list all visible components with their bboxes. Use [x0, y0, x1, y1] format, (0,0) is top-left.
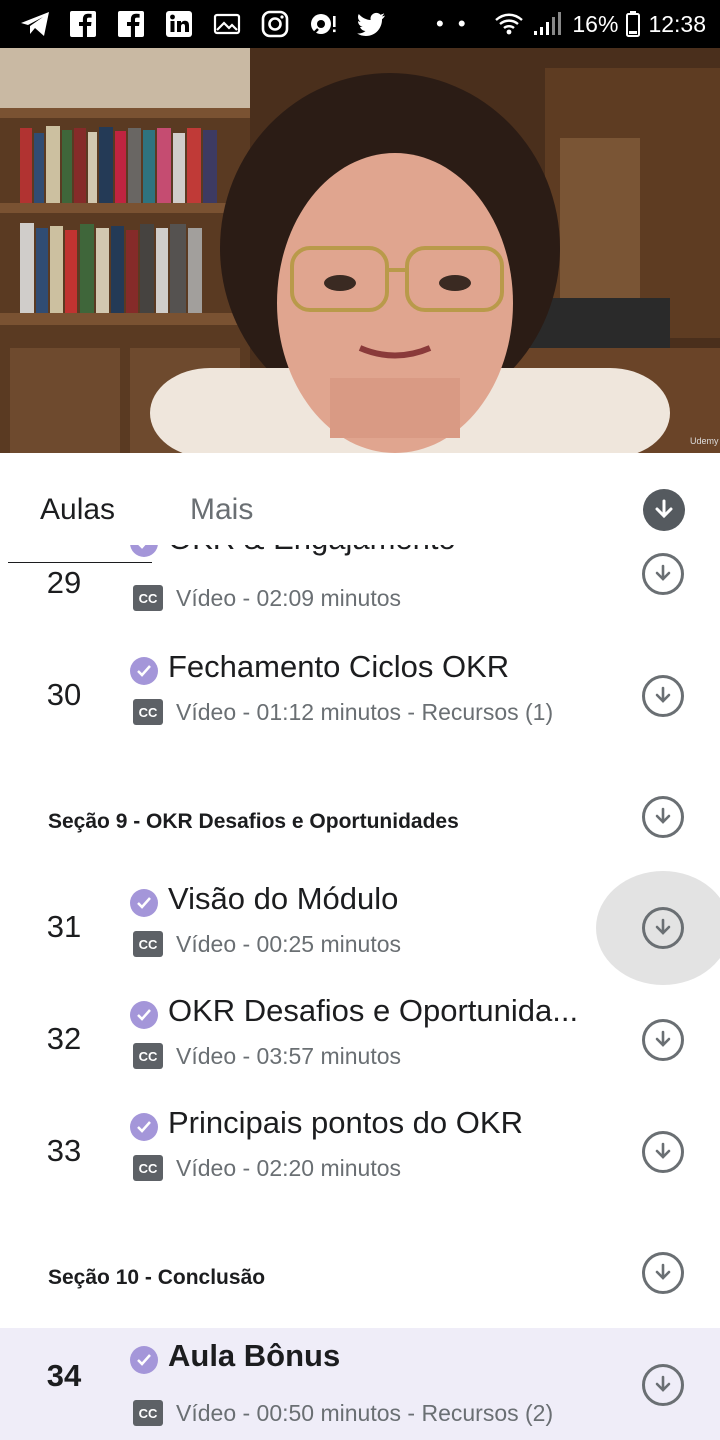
facebook-icon — [66, 9, 100, 39]
completed-check-icon — [130, 889, 158, 917]
download-icon — [655, 807, 671, 824]
lesson-meta: Vídeo - 03:57 minutos — [176, 1043, 402, 1069]
completed-check-icon — [130, 1346, 158, 1374]
download-icon — [655, 1375, 671, 1392]
download-button[interactable] — [642, 907, 684, 949]
lesson-meta: Vídeo - 02:09 minutos — [176, 585, 402, 611]
download-section-button[interactable] — [642, 1252, 684, 1294]
download-icon — [655, 499, 673, 519]
lesson-number: 33 — [46, 1133, 82, 1168]
download-button[interactable] — [642, 675, 684, 717]
section-title: Seção 10 - Conclusão — [48, 1266, 266, 1289]
completed-check-icon — [130, 1113, 158, 1141]
lesson-meta: Vídeo - 00:50 minutos - Recursos (2) — [176, 1400, 554, 1426]
lesson-row[interactable]: 33 Principais pontos do OKR CC Vídeo - 0… — [0, 1105, 720, 1225]
captions-icon: CC — [133, 699, 163, 725]
download-section-button[interactable] — [642, 796, 684, 838]
captions-icon: CC — [133, 931, 163, 957]
lesson-number: 30 — [46, 677, 82, 712]
section-header[interactable]: Seção 10 - Conclusão — [0, 1252, 720, 1312]
download-icon — [655, 564, 671, 581]
section-title: Seção 9 - OKR Desafios e Oportunidades — [48, 810, 459, 833]
lesson-title: Principais pontos do OKR — [168, 1105, 523, 1140]
download-button[interactable] — [642, 1131, 684, 1173]
wifi-icon — [494, 10, 524, 38]
lesson-meta: Vídeo - 00:25 minutos — [176, 931, 402, 957]
lesson-title: Visão do Módulo — [168, 881, 399, 916]
facebook-icon — [114, 9, 148, 39]
download-icon — [655, 918, 671, 935]
download-button[interactable] — [642, 1019, 684, 1061]
udemy-watermark: Udemy — [690, 436, 719, 446]
lesson-title: OKR Desafios e Oportunida... — [168, 993, 579, 1028]
lesson-row[interactable]: 32 OKR Desafios e Oportunida... CC Vídeo… — [0, 993, 720, 1113]
lesson-row-current[interactable]: 34 Aula Bônus CC Vídeo - 00:50 minutos -… — [0, 1328, 720, 1440]
section-header[interactable]: Seção 9 - OKR Desafios e Oportunidades — [0, 796, 720, 856]
status-bar: • • 16% 12:38 — [0, 0, 720, 48]
instagram-icon — [258, 9, 292, 39]
completed-check-icon — [130, 657, 158, 685]
download-icon — [655, 686, 671, 703]
download-button[interactable] — [642, 1364, 684, 1406]
video-player[interactable]: Udemy — [0, 48, 720, 453]
completed-check-icon — [130, 1001, 158, 1029]
notification-dots: • • — [436, 11, 470, 36]
lesson-meta: Vídeo - 02:20 minutos — [176, 1155, 402, 1181]
linkedin-icon — [162, 9, 196, 39]
captions-icon: CC — [133, 1155, 163, 1181]
tab-bar-background: Aulas Mais — [0, 453, 720, 545]
tab-aulas[interactable]: Aulas — [40, 493, 115, 527]
download-icon — [655, 1030, 671, 1047]
tab-mais[interactable]: Mais — [190, 493, 253, 527]
download-icon — [655, 1263, 671, 1280]
lesson-list[interactable]: 29 OKR & Engajamento CC Vídeo - 02:09 mi… — [0, 545, 720, 1440]
captions-icon: CC — [133, 1400, 163, 1426]
lesson-number: 32 — [46, 1021, 82, 1056]
signal-icon — [532, 11, 564, 37]
lesson-number: 34 — [46, 1358, 82, 1393]
captions-icon: CC — [133, 585, 163, 611]
tab-underline-row — [0, 545, 720, 563]
captions-icon: CC — [133, 1043, 163, 1069]
telegram-icon — [18, 9, 52, 39]
twitter-icon — [354, 9, 388, 39]
battery-percent: 16% — [572, 10, 619, 37]
lesson-row[interactable]: 31 Visão do Módulo CC Vídeo - 00:25 minu… — [0, 881, 720, 1001]
gallery-icon — [210, 9, 244, 39]
lesson-title: Aula Bônus — [168, 1338, 341, 1373]
podcast-icon — [306, 9, 340, 39]
lesson-number: 31 — [46, 909, 82, 944]
battery-icon — [626, 11, 641, 37]
lesson-title: Fechamento Ciclos OKR — [168, 649, 510, 684]
active-tab-indicator — [8, 562, 152, 563]
video-frame: Udemy — [0, 48, 720, 453]
lesson-meta: Vídeo - 01:12 minutos - Recursos (1) — [176, 699, 554, 725]
clock: 12:38 — [648, 10, 706, 37]
download-icon — [655, 1142, 671, 1159]
lesson-row[interactable]: 30 Fechamento Ciclos OKR CC Vídeo - 01:1… — [0, 649, 720, 769]
download-all-button[interactable] — [643, 489, 685, 531]
lesson-number: 29 — [46, 565, 82, 600]
